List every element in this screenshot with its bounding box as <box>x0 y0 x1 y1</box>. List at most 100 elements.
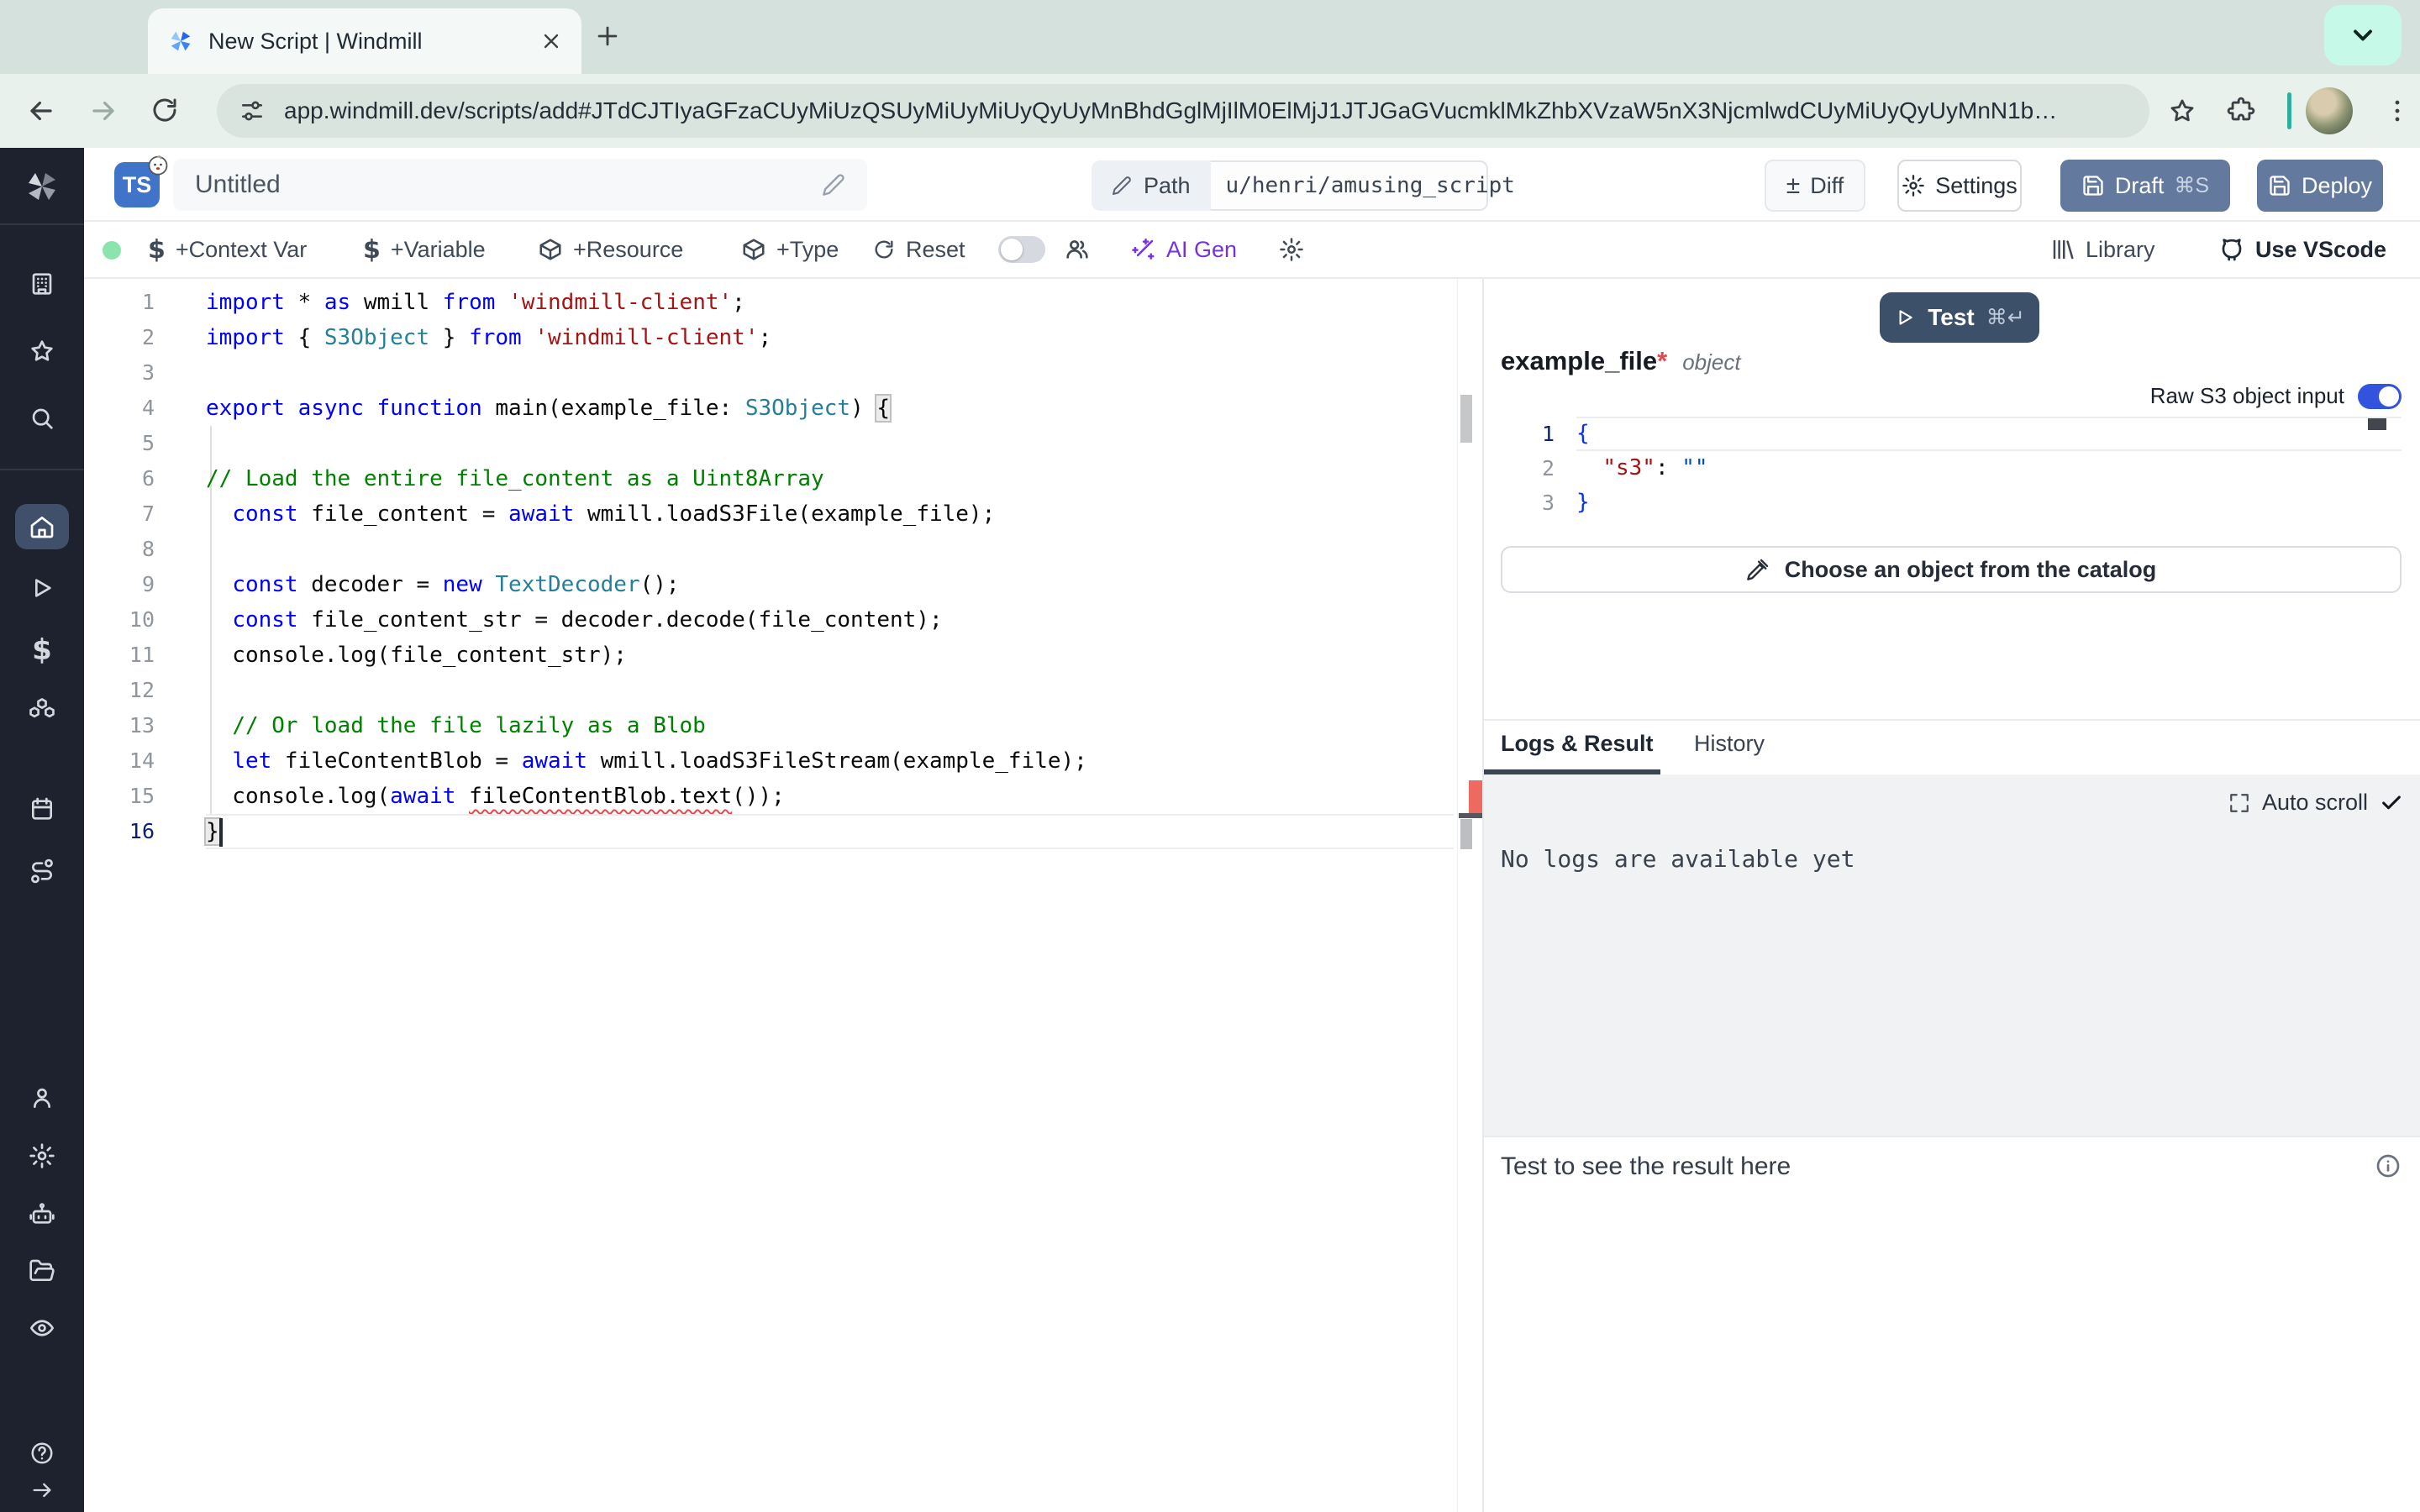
sidebar-item-audit-logs-icon[interactable] <box>29 1315 55 1341</box>
browser-tab[interactable]: New Script | Windmill <box>148 8 581 74</box>
code-line[interactable]: 9 const decoder = new TextDecoder(); <box>84 567 1454 602</box>
site-settings-icon[interactable] <box>239 97 266 124</box>
cursor-overview-marker <box>1459 813 1482 818</box>
multiplayer-button[interactable] <box>1064 222 1091 277</box>
code-editor[interactable]: 1import * as wmill from 'windmill-client… <box>84 285 1454 849</box>
settings-button[interactable]: Settings <box>1897 160 2022 212</box>
editor-settings-button[interactable] <box>1279 222 1304 277</box>
script-name-input[interactable]: Untitled <box>173 159 867 211</box>
sidebar-item-settings-icon[interactable] <box>29 1142 55 1169</box>
add-variable-button[interactable]: $ +Variable <box>363 222 486 277</box>
code-line[interactable]: 2import { S3Object } from 'windmill-clie… <box>84 320 1454 355</box>
edit-name-pencil-icon[interactable] <box>822 173 845 197</box>
sidebar-item-resources-icon[interactable] <box>29 696 55 723</box>
browser-menu-kebab-icon[interactable] <box>2383 97 2412 125</box>
editor-scrollbar-track[interactable] <box>1457 279 1458 1512</box>
tab-history[interactable]: History <box>1694 731 1765 757</box>
check-icon[interactable] <box>2380 791 2403 815</box>
home-icon[interactable] <box>29 513 55 540</box>
argument-type: object <box>1682 349 1740 375</box>
code-line[interactable]: 3 <box>84 355 1454 391</box>
toolbar-separator <box>2287 92 2291 129</box>
sidebar-item-variables-icon[interactable]: $ <box>32 633 52 667</box>
sidebar-item-runs-icon[interactable] <box>29 575 55 601</box>
expand-icon[interactable] <box>2228 792 2250 814</box>
library-label: Library <box>2086 237 2155 263</box>
test-button[interactable]: Test ⌘↵ <box>1880 292 2039 343</box>
tab-logs-result[interactable]: Logs & Result <box>1501 731 1654 757</box>
add-context-var-button[interactable]: $ +Context Var <box>148 222 307 277</box>
add-type-label: +Type <box>776 237 839 263</box>
reset-button[interactable]: Reset <box>872 222 965 277</box>
sidebar-item-workers-icon[interactable] <box>29 1201 55 1228</box>
arg-json-editor[interactable]: 1{2 "s3": ""3} <box>1501 417 2402 520</box>
windmill-logo-icon[interactable] <box>22 166 62 207</box>
code-line[interactable]: 16} <box>84 814 1454 849</box>
deploy-button[interactable]: Deploy <box>2257 160 2383 212</box>
path-value-field[interactable]: u/henri/amusing_script <box>1211 160 1488 211</box>
ai-gen-button[interactable]: AI Gen <box>1131 222 1237 277</box>
code-line[interactable]: 7 const file_content = await wmill.loadS… <box>84 496 1454 532</box>
sidebar-item-flows-icon[interactable] <box>29 858 55 885</box>
code-line[interactable]: 15 console.log(await fileContentBlob.tex… <box>84 779 1454 814</box>
path-edit-button[interactable]: Path <box>1092 160 1211 211</box>
code-line[interactable]: 12 <box>84 673 1454 708</box>
reload-icon[interactable] <box>150 95 180 125</box>
toggle-off-switch[interactable] <box>998 236 1045 263</box>
bookmark-star-icon[interactable] <box>2168 97 2196 125</box>
add-type-button[interactable]: +Type <box>741 222 839 277</box>
raw-s3-toggle-row: Raw S3 object input <box>2150 383 2402 409</box>
reset-label: Reset <box>906 237 965 263</box>
address-bar[interactable]: app.windmill.dev/scripts/add#JTdCJTIyaGF… <box>217 84 2149 138</box>
diff-button[interactable]: ± Diff <box>1765 160 1865 212</box>
auto-scroll-control[interactable]: Auto scroll <box>2228 790 2403 816</box>
choose-object-label: Choose an object from the catalog <box>1785 557 2157 583</box>
editor-scrollbar-thumb[interactable] <box>1460 819 1472 849</box>
lang-ready-status-dot <box>103 241 121 260</box>
code-line[interactable]: 6// Load the entire file_content as a Ui… <box>84 461 1454 496</box>
github-icon <box>2218 236 2245 263</box>
sidebar-item-users-icon[interactable] <box>29 1084 55 1111</box>
assistant-toggle[interactable] <box>998 222 1045 277</box>
tab-close-icon[interactable] <box>539 29 563 53</box>
code-line[interactable]: 1{ <box>1501 417 2402 451</box>
sidebar-item-schedules-icon[interactable] <box>29 795 55 822</box>
code-line[interactable]: 13 // Or load the file lazily as a Blob <box>84 708 1454 743</box>
editor-scrollbar-thumb[interactable] <box>1460 395 1472 443</box>
back-icon[interactable] <box>25 95 57 127</box>
code-line[interactable]: 14 let fileContentBlob = await wmill.loa… <box>84 743 1454 779</box>
result-hint: Test to see the result here <box>1501 1152 1791 1181</box>
sidebar-expand-icon[interactable] <box>30 1478 54 1502</box>
code-line[interactable]: 5 <box>84 426 1454 461</box>
code-line[interactable]: 4export async function main(example_file… <box>84 391 1454 426</box>
dollar-icon: $ <box>363 235 381 265</box>
extensions-puzzle-icon[interactable] <box>2227 97 2255 125</box>
choose-object-button[interactable]: Choose an object from the catalog <box>1501 546 2402 593</box>
sidebar-item-search-icon[interactable] <box>29 405 55 432</box>
argument-name: example_file* <box>1501 346 1667 376</box>
use-vscode-button[interactable]: Use VScode <box>2218 222 2386 277</box>
code-line[interactable]: 3} <box>1501 486 2402 520</box>
code-line[interactable]: 8 <box>84 532 1454 567</box>
code-editor-pane: 1import * as wmill from 'windmill-client… <box>84 279 1482 1512</box>
code-line[interactable]: 10 const file_content_str = decoder.deco… <box>84 602 1454 638</box>
info-icon[interactable] <box>2375 1152 2402 1179</box>
sidebar-item-folders-icon[interactable] <box>29 1257 55 1284</box>
raw-s3-toggle-on-switch[interactable] <box>2358 384 2402 409</box>
code-line[interactable]: 1import * as wmill from 'windmill-client… <box>84 285 1454 320</box>
sidebar-help-icon[interactable] <box>29 1441 55 1466</box>
add-resource-button[interactable]: +Resource <box>538 222 683 277</box>
sidebar-item-favorites-icon[interactable] <box>29 338 55 365</box>
code-line[interactable]: 11 console.log(file_content_str); <box>84 638 1454 673</box>
new-tab-button[interactable] <box>593 22 622 50</box>
users-icon <box>1064 236 1091 263</box>
browser-dropdown-button[interactable] <box>2324 5 2402 66</box>
profile-avatar[interactable] <box>2306 87 2353 134</box>
tab-title: New Script | Windmill <box>208 29 526 55</box>
library-button[interactable]: Library <box>2050 222 2155 277</box>
sidebar-item-workspace-icon[interactable] <box>29 270 55 297</box>
draft-button[interactable]: Draft ⌘S <box>2060 160 2230 212</box>
code-line[interactable]: 2 "s3": "" <box>1501 451 2402 486</box>
forward-icon[interactable] <box>87 95 119 127</box>
deploy-label: Deploy <box>2302 173 2372 199</box>
